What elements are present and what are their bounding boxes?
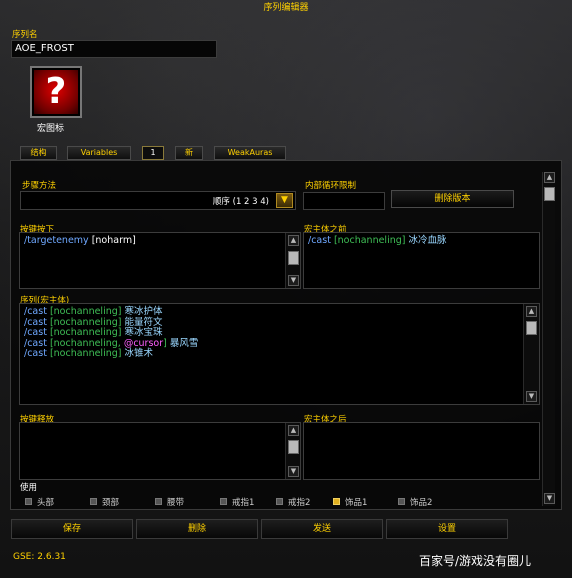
sequence-body-scroll-thumb[interactable] <box>526 321 537 335</box>
key-press-editor[interactable]: /targetenemy [noharm] ▲ ▼ <box>19 232 301 289</box>
sequence-name-value: AOE_FROST <box>15 43 74 54</box>
scroll-up-icon[interactable]: ▲ <box>526 306 537 317</box>
sequence-body-editor[interactable]: /cast [nochanneling] 寒冰护体 /cast [nochann… <box>19 303 540 405</box>
delete-button[interactable]: 删除 <box>136 519 258 539</box>
scroll-up-icon[interactable]: ▲ <box>288 425 299 436</box>
checkbox-trinket2-label: 饰品2 <box>410 498 433 508</box>
checkbox-neck[interactable] <box>90 498 97 505</box>
key-press-scrollbar[interactable]: ▲ ▼ <box>285 233 300 288</box>
scroll-down-icon[interactable]: ▼ <box>288 275 299 286</box>
question-mark-icon: ? <box>34 70 78 114</box>
key-press-scroll-thumb[interactable] <box>288 251 299 265</box>
checkbox-ring1-label: 戒指1 <box>232 498 255 508</box>
step-method-label: 步骤方法 <box>22 181 57 191</box>
scroll-down-icon[interactable]: ▼ <box>288 466 299 477</box>
key-press-code: /targetenemy [noharm] <box>24 235 136 246</box>
checkbox-trinket1-label: 饰品1 <box>345 498 368 508</box>
tab-new[interactable]: 新 <box>175 146 203 160</box>
macro-icon-button[interactable]: ? <box>30 66 82 118</box>
checkbox-neck-label: 颈部 <box>102 498 120 508</box>
scroll-up-icon[interactable]: ▲ <box>544 172 555 183</box>
sequence-body-code: /cast [nochanneling] 寒冰护体 /cast [nochann… <box>24 306 199 359</box>
checkbox-belt-label: 腰带 <box>167 498 185 508</box>
watermark-text: 百家号/游戏没有圈儿 <box>419 554 532 568</box>
checkbox-head[interactable] <box>25 498 32 505</box>
key-release-scroll-thumb[interactable] <box>288 440 299 454</box>
key-release-scrollbar[interactable]: ▲ ▼ <box>285 423 300 479</box>
version-text: GSE: 2.6.31 <box>13 552 66 562</box>
post-macro-editor[interactable] <box>303 422 540 480</box>
checkbox-ring2-label: 戒指2 <box>288 498 311 508</box>
tab-variables[interactable]: Variables <box>67 146 131 160</box>
sequence-name-field[interactable]: AOE_FROST <box>11 40 217 58</box>
pre-macro-editor[interactable]: /cast [nochanneling] 冰冷血脉 <box>303 232 540 289</box>
checkbox-ring2[interactable] <box>276 498 283 505</box>
inner-loop-input[interactable] <box>303 192 385 210</box>
window-title: 序列编辑器 <box>263 3 309 13</box>
step-method-dropdown[interactable]: 顺序 (1 2 3 4) ▼ <box>20 191 296 210</box>
settings-button[interactable]: 设置 <box>386 519 508 539</box>
checkbox-head-label: 头部 <box>37 498 55 508</box>
inner-loop-label: 内部循环限制 <box>305 181 357 191</box>
panel-scrollbar[interactable]: ▲ ▼ <box>542 172 555 506</box>
step-method-value: 顺序 (1 2 3 4) <box>212 197 269 207</box>
tab-structure[interactable]: 结构 <box>20 146 57 160</box>
save-button[interactable]: 保存 <box>11 519 133 539</box>
pre-macro-code: /cast [nochanneling] 冰冷血脉 <box>308 235 447 246</box>
sequence-body-scrollbar[interactable]: ▲ ▼ <box>523 304 539 404</box>
key-release-editor[interactable]: ▲ ▼ <box>19 422 301 480</box>
scroll-down-icon[interactable]: ▼ <box>544 493 555 504</box>
checkbox-trinket1[interactable] <box>333 498 340 505</box>
checkbox-ring1[interactable] <box>220 498 227 505</box>
use-label: 使用 <box>20 483 38 493</box>
sequence-name-label: 序列名 <box>12 30 38 40</box>
scroll-up-icon[interactable]: ▲ <box>288 235 299 246</box>
checkbox-belt[interactable] <box>155 498 162 505</box>
delete-version-button[interactable]: 删除版本 <box>391 190 514 208</box>
macro-icon-label: 宏图标 <box>37 124 65 134</box>
chevron-down-icon[interactable]: ▼ <box>276 193 293 208</box>
send-button[interactable]: 发送 <box>261 519 383 539</box>
panel-scroll-thumb[interactable] <box>544 187 555 201</box>
scroll-down-icon[interactable]: ▼ <box>526 391 537 402</box>
tab-weakauras[interactable]: WeakAuras <box>214 146 286 160</box>
tab-version-1[interactable]: 1 <box>142 146 164 160</box>
sequence-editor-window: 序列编辑器 序列名 AOE_FROST ? 宏图标 结构 Variables 1… <box>0 0 572 578</box>
checkbox-trinket2[interactable] <box>398 498 405 505</box>
